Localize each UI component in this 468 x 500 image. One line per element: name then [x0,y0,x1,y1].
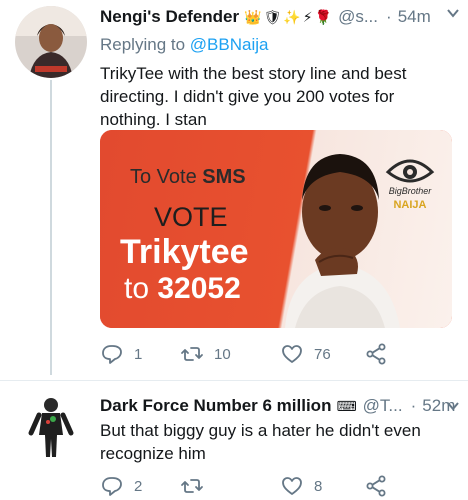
tweet-header: Dark Force Number 6 million ⌨ @T... · 52… [100,395,460,417]
keyboard-emoji-icon: ⌨ [336,398,357,414]
share-icon [366,343,386,365]
handle[interactable]: @s... [338,6,378,28]
sms-prefix: To Vote [130,166,197,188]
reply-count: 1 [134,345,143,363]
separator-dot: · [386,7,392,26]
retweet-count: 10 [214,345,231,363]
heart-icon [282,345,302,363]
like-count: 76 [314,345,331,363]
logo-line1: BigBrother [389,186,433,196]
rose-emoji-icon: 🌹 [314,9,333,25]
tweet[interactable]: Dark Force Number 6 million ⌨ @T... · 52… [0,380,468,500]
chevron-down-icon[interactable] [446,6,460,20]
sms-instruction: To Vote SMS [130,166,246,189]
display-name[interactable]: Dark Force Number 6 million [100,395,331,417]
avatar[interactable] [15,391,87,463]
tweet-actions: 1 10 76 [100,342,420,366]
avatar[interactable] [15,6,87,78]
reply-mention-link[interactable]: @BBNaija [190,35,269,54]
name-emojis: ⌨ [336,395,356,417]
share-button[interactable] [364,474,388,498]
display-name[interactable]: Nengi's Defender [100,6,239,28]
retweet-button[interactable]: 10 [180,342,280,366]
timestamp[interactable]: 54m [398,6,431,28]
crown-emoji-icon: 👑 [244,9,262,25]
vote-name: Trikytee [120,233,249,271]
vote-to: to [124,272,150,305]
tweet-header: Nengi's Defender 👑 🛡 ✨ ⚡ 🌹 @s... · 54m [100,6,460,28]
logo-line2: NAIJA [393,199,426,211]
like-button[interactable]: 8 [280,474,364,498]
handle[interactable]: @T... [363,395,403,417]
separator-dot: · [410,396,417,415]
shield-emoji-icon: 🛡 [263,9,282,25]
lightning-emoji-icon: ⚡ [302,9,313,25]
reply-icon [102,345,122,364]
vote-number-line: to 32052 [124,272,241,306]
vote-number: 32052 [157,272,241,305]
retweet-button[interactable] [180,474,280,498]
retweet-icon [181,347,203,361]
reply-button[interactable]: 1 [100,342,180,366]
heart-icon [282,477,302,495]
like-count: 8 [314,477,323,495]
retweet-icon [181,479,203,493]
chevron-down-icon[interactable] [446,399,460,413]
reply-button[interactable]: 2 [100,474,180,498]
avatar-image [15,391,87,463]
replying-to-label: Replying to [100,35,186,54]
reply-icon [102,477,122,496]
share-icon [366,475,386,497]
media-image[interactable]: To Vote SMS VOTE Trikytee to 32052 BigBr… [100,130,452,328]
tweet-actions: 2 8 [100,474,420,498]
name-emojis: 👑 🛡 ✨ ⚡ 🌹 [244,6,332,28]
vote-word: VOTE [154,202,228,232]
tweet-content: Dark Force Number 6 million ⌨ @T... · 52… [100,395,460,465]
tweet[interactable]: Nengi's Defender 👑 🛡 ✨ ⚡ 🌹 @s... · 54m R… [0,0,468,380]
avatar-image [15,6,87,78]
tweet-content: Nengi's Defender 👑 🛡 ✨ ⚡ 🌹 @s... · 54m R… [100,6,460,131]
reply-count: 2 [134,477,143,495]
tweet-text: But that biggy guy is a hater he didn't … [100,421,421,463]
like-button[interactable]: 76 [280,342,364,366]
sms-keyword: SMS [202,166,246,188]
sparkles-emoji-icon: ✨ [283,9,301,25]
big-brother-naija-logo: BigBrother NAIJA [385,159,435,211]
replying-to: Replying to @BBNaija [100,34,460,56]
share-button[interactable] [364,342,388,366]
tweet-text: TrikyTee with the best story line and be… [100,64,407,129]
